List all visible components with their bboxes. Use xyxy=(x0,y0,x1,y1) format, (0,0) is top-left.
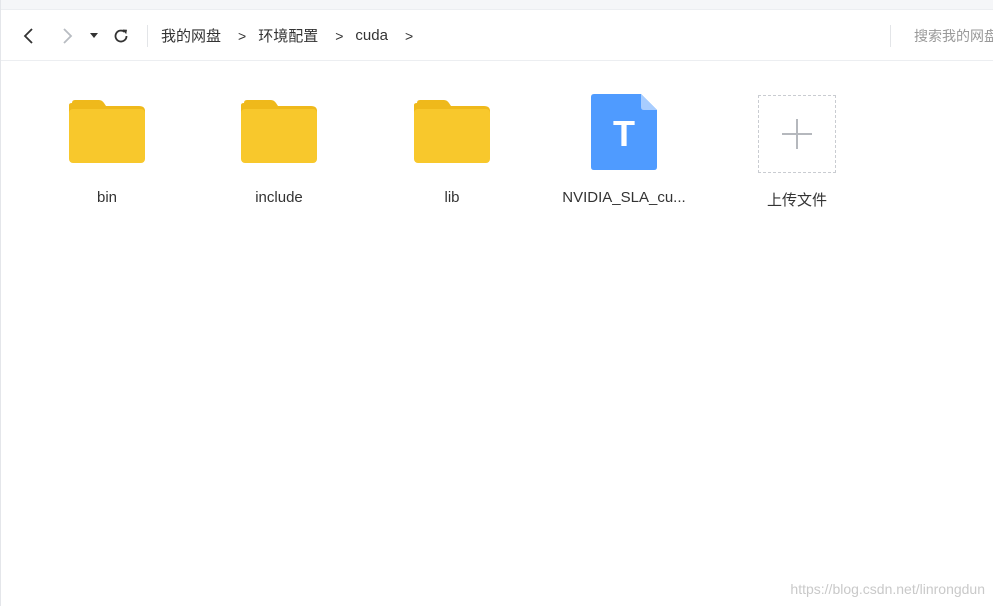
refresh-icon xyxy=(114,29,128,43)
upload-dropzone[interactable] xyxy=(758,95,836,173)
breadcrumb-separator: > xyxy=(404,27,414,44)
item-name: NVIDIA_SLA_cu... xyxy=(562,189,686,206)
plus-icon xyxy=(782,119,812,149)
breadcrumb-separator: > xyxy=(335,27,344,44)
folder-icon xyxy=(414,100,490,163)
breadcrumb-item-cuda[interactable]: cuda xyxy=(355,27,388,44)
folder-icon xyxy=(69,100,145,163)
search-divider xyxy=(890,25,891,47)
breadcrumb-item-env-config[interactable]: 环境配置 xyxy=(258,25,318,46)
folder-icon xyxy=(241,100,317,163)
file-browser: 我的网盘 > 环境配置 > cuda > bin xyxy=(0,0,993,606)
caret-down-icon xyxy=(90,33,98,38)
file-grid: bin include lib T NVIDIA_SLA_cu... 上传文件 xyxy=(1,61,993,606)
folder-thumbnail xyxy=(387,89,517,175)
search-input[interactable] xyxy=(906,23,993,49)
folder-thumbnail xyxy=(42,89,172,175)
history-dropdown-button[interactable] xyxy=(84,24,104,48)
chevron-left-icon xyxy=(23,28,33,44)
upload-file-button[interactable]: 上传文件 xyxy=(732,89,862,209)
file-type-glyph: T xyxy=(613,113,635,154)
toolbar: 我的网盘 > 环境配置 > cuda > xyxy=(1,10,993,61)
back-button[interactable] xyxy=(17,24,41,48)
watermark: https://blog.csdn.net/linrongdun xyxy=(790,581,985,597)
file-thumbnail: T xyxy=(559,89,689,175)
window-top-strip xyxy=(1,0,993,10)
breadcrumb-separator: > xyxy=(238,27,247,44)
folder-item-include[interactable]: include xyxy=(214,89,344,209)
upload-label: 上传文件 xyxy=(766,192,827,209)
folder-item-lib[interactable]: lib xyxy=(387,89,517,209)
item-name: lib xyxy=(444,189,460,206)
folder-item-bin[interactable]: bin xyxy=(42,89,172,209)
file-item-nvidia-sla[interactable]: T NVIDIA_SLA_cu... xyxy=(559,89,689,209)
item-name: include xyxy=(255,189,303,206)
toolbar-divider xyxy=(147,25,148,47)
breadcrumb: 我的网盘 > 环境配置 > cuda > xyxy=(161,10,425,61)
breadcrumb-item-my-drive[interactable]: 我的网盘 xyxy=(161,25,221,46)
forward-button[interactable] xyxy=(55,24,79,48)
refresh-button[interactable] xyxy=(109,24,133,48)
text-file-icon: T xyxy=(591,94,657,170)
upload-thumbnail xyxy=(732,89,862,175)
folder-thumbnail xyxy=(214,89,344,175)
chevron-right-icon xyxy=(63,28,73,44)
item-name: bin xyxy=(96,189,118,206)
